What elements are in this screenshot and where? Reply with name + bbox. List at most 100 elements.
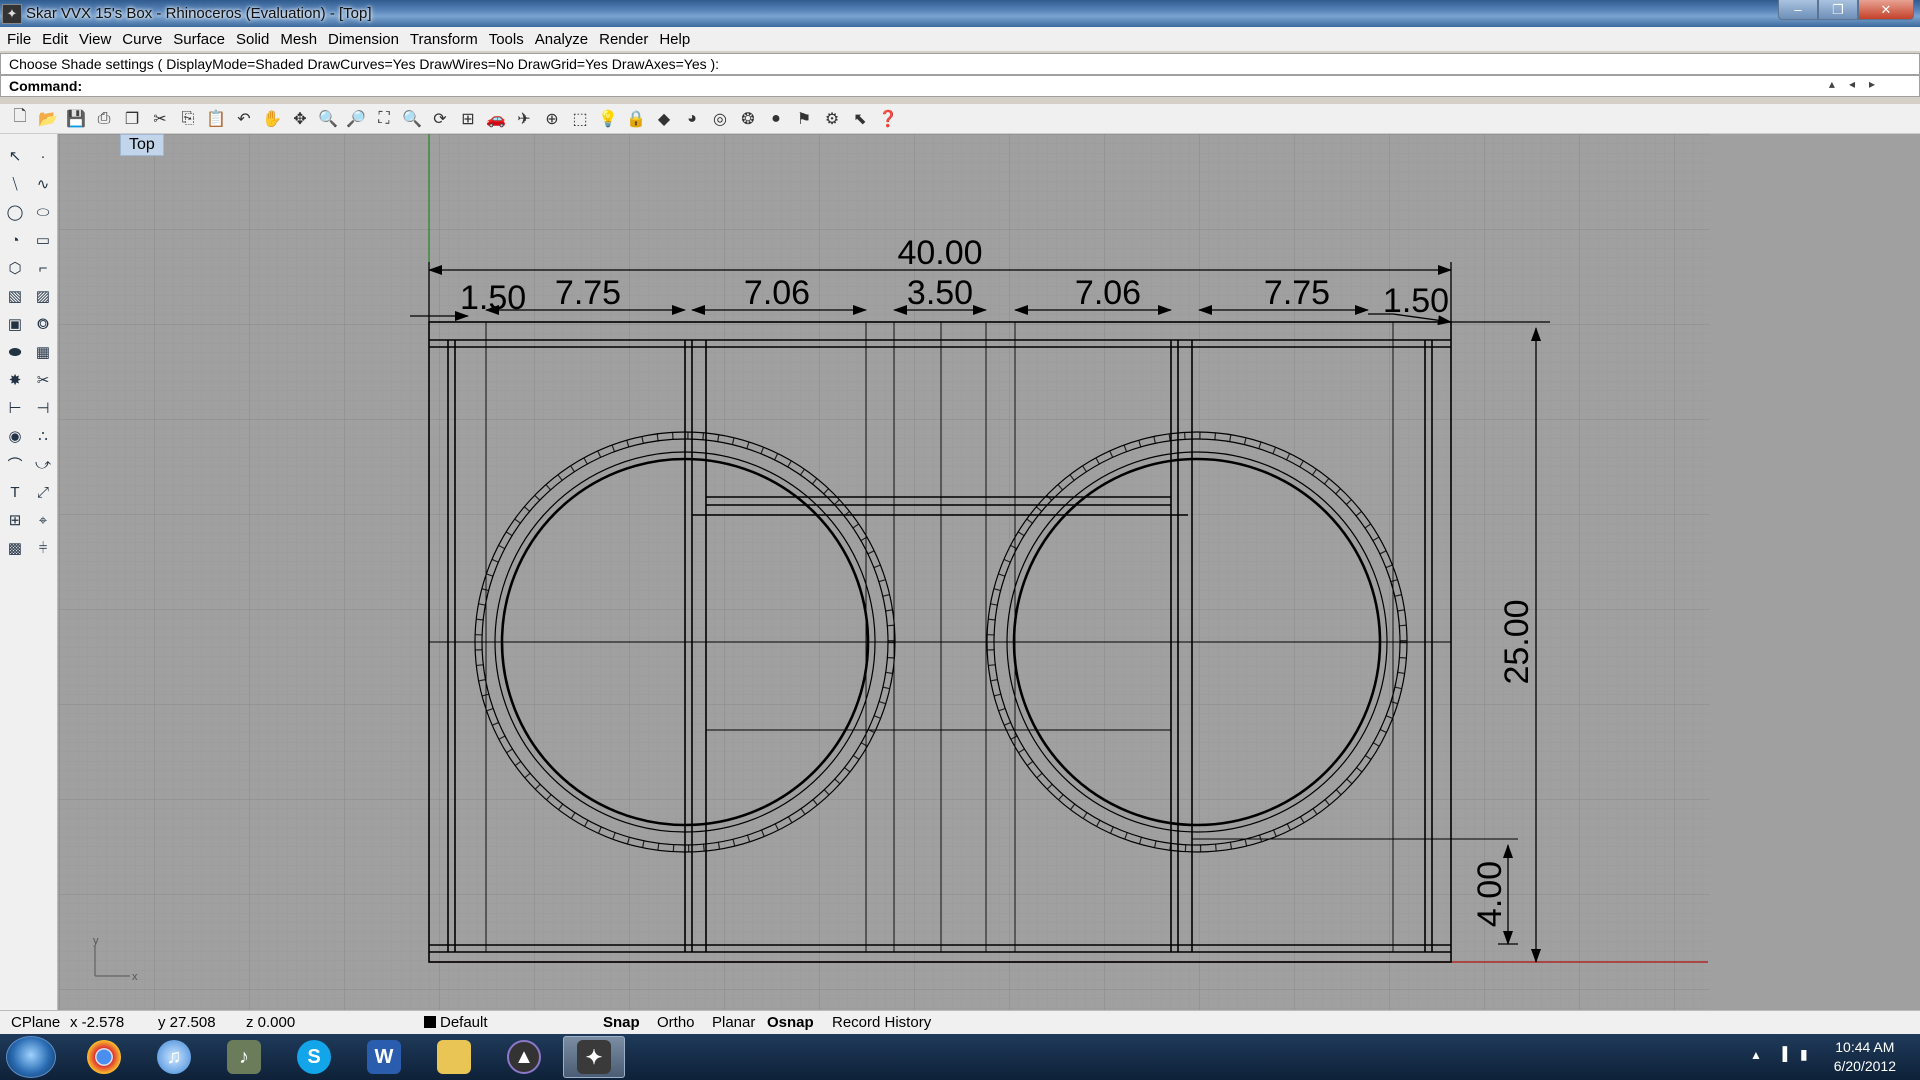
- status-cplane[interactable]: CPlane: [11, 1014, 60, 1031]
- status-record-history[interactable]: Record History: [832, 1014, 931, 1031]
- export-icon[interactable]: ❐: [120, 107, 144, 131]
- render-icon[interactable]: ▩: [3, 536, 27, 560]
- explode-icon[interactable]: ◉: [3, 424, 27, 448]
- menu-view[interactable]: View: [75, 31, 118, 48]
- new-file-icon[interactable]: 🗋: [8, 107, 32, 131]
- save-icon[interactable]: 💾: [64, 107, 88, 131]
- array-icon[interactable]: ⊞: [3, 508, 27, 532]
- split-icon[interactable]: ⊢: [3, 396, 27, 420]
- cplane-icon[interactable]: ⊕: [540, 107, 564, 131]
- cylinder-icon[interactable]: ⬬: [3, 340, 27, 364]
- menu-edit[interactable]: Edit: [38, 31, 75, 48]
- rectangle-icon[interactable]: ▭: [31, 228, 55, 252]
- zoom-window-icon[interactable]: 🔎: [344, 107, 368, 131]
- wireframe-icon[interactable]: ◎: [708, 107, 732, 131]
- menu-dimension[interactable]: Dimension: [324, 31, 406, 48]
- pointer-icon[interactable]: ⬉: [848, 107, 872, 131]
- pan-hand-icon[interactable]: ✋: [260, 107, 284, 131]
- transform-icon[interactable]: ✸: [3, 368, 27, 392]
- status-layer[interactable]: Default: [424, 1014, 488, 1031]
- battery-icon[interactable]: ▮: [1800, 1046, 1808, 1063]
- menu-tools[interactable]: Tools: [485, 31, 531, 48]
- lock-icon[interactable]: 🔒: [624, 107, 648, 131]
- taskbar-word[interactable]: W: [353, 1036, 415, 1078]
- taskbar-music[interactable]: ♪: [213, 1036, 275, 1078]
- status-osnap-toggle[interactable]: Osnap: [767, 1014, 814, 1031]
- paste-icon[interactable]: 📋: [204, 107, 228, 131]
- boolean-icon[interactable]: ⭗: [31, 312, 55, 336]
- maximize-button[interactable]: ❐: [1818, 0, 1858, 20]
- rotate-view-icon[interactable]: ⟳: [428, 107, 452, 131]
- select-arrow-icon[interactable]: ↖: [3, 144, 27, 168]
- options-gear-icon[interactable]: ⚙: [820, 107, 844, 131]
- polyline-icon[interactable]: ⧹: [3, 172, 27, 196]
- fillet-icon[interactable]: ⌐: [31, 256, 55, 280]
- menu-solid[interactable]: Solid: [232, 31, 276, 48]
- menu-file[interactable]: File: [3, 31, 38, 48]
- command-history[interactable]: Choose Shade settings ( DisplayMode=Shad…: [0, 53, 1920, 75]
- move-icon[interactable]: ✥: [288, 107, 312, 131]
- menu-render[interactable]: Render: [595, 31, 655, 48]
- box-icon[interactable]: ▣: [3, 312, 27, 336]
- layer-icon[interactable]: ◆: [652, 107, 676, 131]
- status-snap-toggle[interactable]: Snap: [603, 1014, 640, 1031]
- copy-icon[interactable]: ⎘: [176, 107, 200, 131]
- taskbar-itunes[interactable]: ♫: [143, 1036, 205, 1078]
- network-icon[interactable]: ▐: [1778, 1046, 1787, 1061]
- surface-icon[interactable]: ▧: [3, 284, 27, 308]
- curve-icon[interactable]: ∿: [31, 172, 55, 196]
- taskbar-avid[interactable]: ▲: [493, 1036, 555, 1078]
- plane-icon[interactable]: ✈: [512, 107, 536, 131]
- trim-icon[interactable]: ✂: [31, 368, 55, 392]
- close-button[interactable]: ✕: [1858, 0, 1914, 20]
- render-sphere-icon[interactable]: ●: [764, 107, 788, 131]
- clock[interactable]: 10:44 AM 6/20/2012: [1834, 1038, 1896, 1076]
- car-icon[interactable]: 🚗: [484, 107, 508, 131]
- color-wheel-icon[interactable]: ◕: [680, 107, 704, 131]
- menu-mesh[interactable]: Mesh: [276, 31, 324, 48]
- four-views-icon[interactable]: ⊞: [456, 107, 480, 131]
- undo-icon[interactable]: ↶: [232, 107, 256, 131]
- text-icon[interactable]: T: [3, 480, 27, 504]
- taskbar-rhino[interactable]: ✦: [563, 1036, 625, 1078]
- show-hidden-icons-icon[interactable]: ▲: [1750, 1048, 1762, 1062]
- light-bulb-icon[interactable]: 💡: [596, 107, 620, 131]
- polygon-icon[interactable]: ⬡: [3, 256, 27, 280]
- dimension-icon[interactable]: ⤢: [31, 480, 55, 504]
- print-icon[interactable]: ⎙: [92, 107, 116, 131]
- start-button[interactable]: [6, 1036, 56, 1078]
- help-icon[interactable]: ❓: [876, 107, 900, 131]
- offset-icon[interactable]: ⌒: [3, 452, 27, 476]
- open-folder-icon[interactable]: 📂: [36, 107, 60, 131]
- analyze-icon[interactable]: ⌖: [31, 508, 55, 532]
- zoom-extents-icon[interactable]: ⛶: [372, 107, 396, 131]
- taskbar-skype[interactable]: S: [283, 1036, 345, 1078]
- menu-surface[interactable]: Surface: [169, 31, 232, 48]
- drafting-icon[interactable]: ⫩: [31, 536, 55, 560]
- menu-transform[interactable]: Transform: [406, 31, 485, 48]
- rhino-app-icon[interactable]: ✦: [2, 3, 22, 24]
- menu-help[interactable]: Help: [655, 31, 697, 48]
- command-nav-arrows[interactable]: ▴◂▸: [1829, 77, 1889, 91]
- select-points-icon[interactable]: ⬚: [568, 107, 592, 131]
- point-icon[interactable]: ·: [31, 144, 55, 168]
- taskbar-explorer[interactable]: [423, 1036, 485, 1078]
- zoom-icon[interactable]: 🔍: [316, 107, 340, 131]
- blend-icon[interactable]: ⤻: [31, 452, 55, 476]
- command-line[interactable]: Command: ▴◂▸: [0, 75, 1920, 97]
- viewport-title-tab[interactable]: Top: [120, 134, 164, 156]
- flag-icon[interactable]: ⚑: [792, 107, 816, 131]
- taskbar-chrome[interactable]: [73, 1036, 135, 1078]
- menu-curve[interactable]: Curve: [118, 31, 169, 48]
- menu-analyze[interactable]: Analyze: [531, 31, 595, 48]
- status-ortho-toggle[interactable]: Ortho: [657, 1014, 695, 1031]
- mesh-icon[interactable]: ▦: [31, 340, 55, 364]
- ellipse-icon[interactable]: ⬭: [31, 200, 55, 224]
- circle-icon[interactable]: ◯: [3, 200, 27, 224]
- cad-drawing[interactable]: 40.00 1.50 7.75 7.06 3.50 7.06 7.75 1.50…: [58, 134, 1920, 1010]
- top-viewport[interactable]: 40.00 1.50 7.75 7.06 3.50 7.06 7.75 1.50…: [58, 134, 1920, 1010]
- cut-icon[interactable]: ✂: [148, 107, 172, 131]
- group-icon[interactable]: ∴: [31, 424, 55, 448]
- zoom-selected-icon[interactable]: 🔍: [400, 107, 424, 131]
- extrude-icon[interactable]: ▨: [31, 284, 55, 308]
